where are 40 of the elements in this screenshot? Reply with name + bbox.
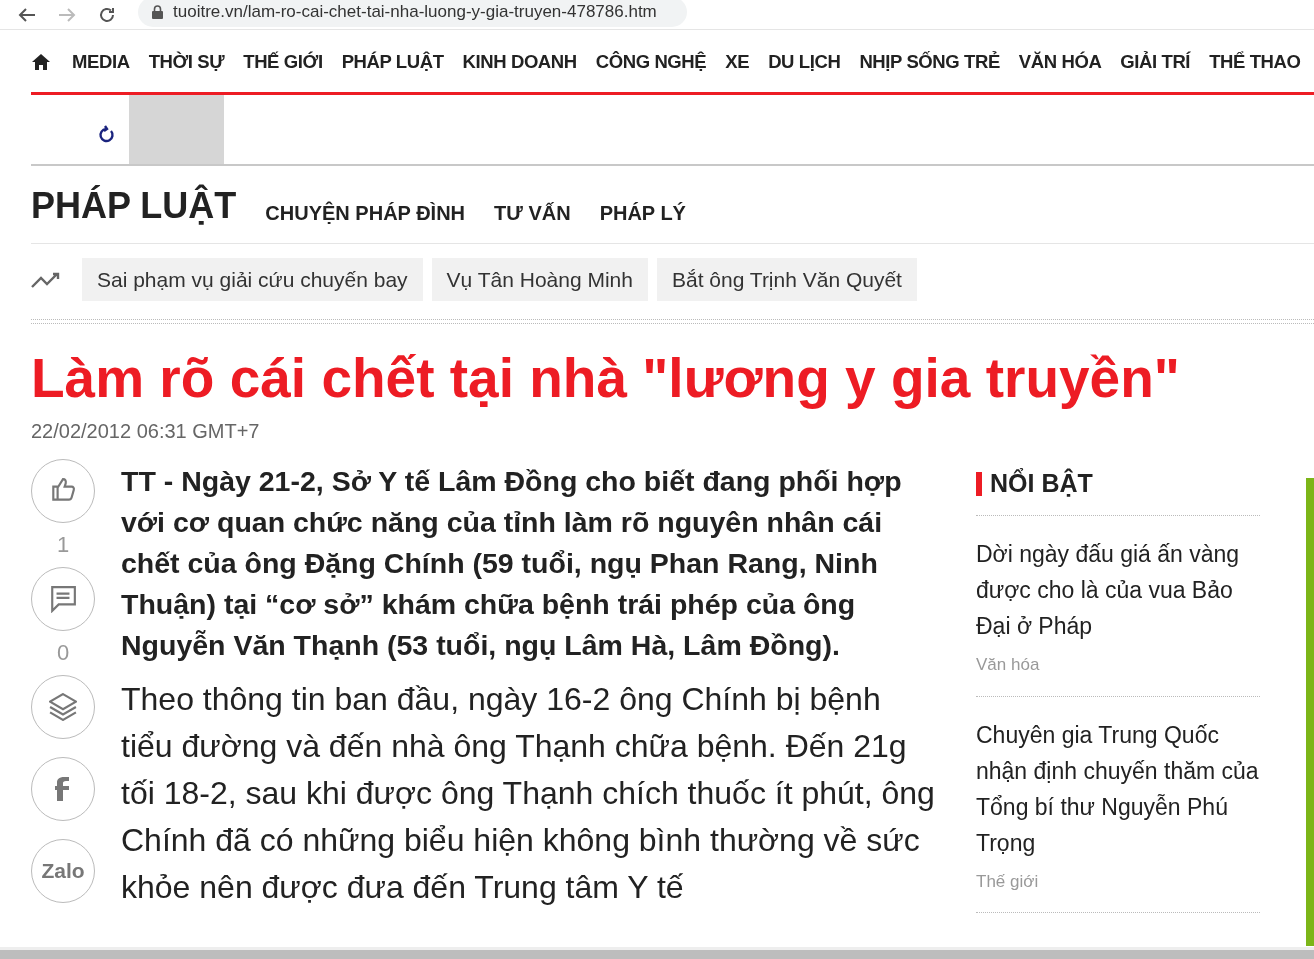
trending-tag[interactable]: Bắt ông Trịnh Văn Quyết bbox=[657, 258, 917, 301]
back-arrow-icon[interactable] bbox=[18, 6, 36, 23]
nav-link[interactable]: NHỊP SỐNG TRẺ bbox=[859, 47, 1000, 76]
nav-link[interactable]: PHÁP LUẬT bbox=[341, 47, 444, 76]
url-text: tuoitre.vn/lam-ro-cai-chet-tai-nha-luong-y-gia-truyen-478786.htm bbox=[173, 0, 657, 23]
facebook-icon bbox=[54, 776, 72, 802]
featured-heading: NỔI BẬT bbox=[990, 467, 1093, 500]
nav-link[interactable]: MEDIA bbox=[72, 47, 130, 76]
subsection-link[interactable]: TƯ VẤN bbox=[494, 203, 571, 224]
count-label: 0 bbox=[55, 639, 71, 667]
subsection-link[interactable]: CHUYỆN PHÁP ĐÌNH bbox=[265, 203, 466, 224]
trending-tag[interactable]: Vụ Tân Hoàng Minh bbox=[431, 258, 648, 301]
nav-link[interactable]: DU LỊCH bbox=[768, 47, 841, 76]
featured-article-link[interactable]: Dời ngày đấu giá ấn vàng được cho là của vua Bảo Đại ở Pháp bbox=[976, 536, 1260, 644]
article-lead: TT - Ngày 21-2, Sở Y tế Lâm Đồng cho biết đang phối hợp với cơ quan chức năng của tỉnh làm rõ nguyên nhân cái chết của ông Đặng Chính (59 tuổi, ngụ Phan Rang, Ninh Thuận) tại “cơ sở” khám chữa bệnh trái phép của ông Nguyễn Văn Thạnh (53 tuổi, ngụ Lâm Hà, Lâm Đồng). bbox=[121, 464, 903, 663]
heading-accent-bar bbox=[976, 472, 982, 496]
article-date: 22/02/2012 06:31 GMT+7 bbox=[31, 419, 261, 444]
reload-icon[interactable] bbox=[96, 124, 116, 145]
nav-link[interactable]: CÔNG NGHỆ bbox=[595, 47, 707, 76]
article-body: Theo thông tin ban đầu, ngày 16-2 ông Chính bị bệnh tiểu đường và đến nhà ông Thạnh chữa bệnh. Đến 21g tối 18-2, sau khi được ông Thạnh chích thuốc ít phút, ông Chính đã có những biểu hiện không bình thường về sức khỏe nên được đưa đến Trung tâm Y tế bbox=[121, 680, 936, 907]
layers-icon bbox=[49, 693, 77, 721]
featured-article-link[interactable]: Chuyên gia Trung Quốc nhận định chuyến thăm của Tổng bí thư Nguyễn Phú Trọng bbox=[976, 716, 1260, 861]
article-title: Làm rõ cái chết tại nhà "lương y gia truyền" bbox=[31, 346, 1181, 411]
reload-icon[interactable] bbox=[98, 5, 116, 24]
nav-link[interactable]: GIẢI TRÍ bbox=[1120, 47, 1191, 76]
home-icon[interactable] bbox=[31, 52, 51, 71]
nav-link[interactable]: VĂN HÓA bbox=[1018, 47, 1102, 76]
trending-tag[interactable]: Sai phạm vụ giải cứu chuyến bay bbox=[82, 258, 423, 301]
horizontal-scrollbar[interactable] bbox=[0, 947, 1314, 959]
nav-link[interactable]: KINH DOANH bbox=[462, 47, 577, 76]
lock-icon bbox=[152, 4, 163, 19]
comment-icon bbox=[49, 585, 77, 613]
address-bar[interactable]: tuoitre.vn/lam-ro-cai-chet-tai-nha-luong-y-gia-truyen-478786.htm bbox=[138, 0, 687, 27]
zalo-share-button[interactable]: Zalo bbox=[31, 839, 95, 903]
count-label: 1 bbox=[55, 531, 71, 559]
nav-link[interactable]: THẾ GIỚI bbox=[243, 47, 323, 76]
nav-link[interactable]: THỂ THAO bbox=[1209, 47, 1301, 76]
nav-link[interactable]: XE bbox=[725, 47, 750, 76]
nav-link[interactable]: THỜI SỰ bbox=[148, 47, 225, 76]
subsection-link[interactable]: PHÁP LÝ bbox=[599, 203, 686, 224]
